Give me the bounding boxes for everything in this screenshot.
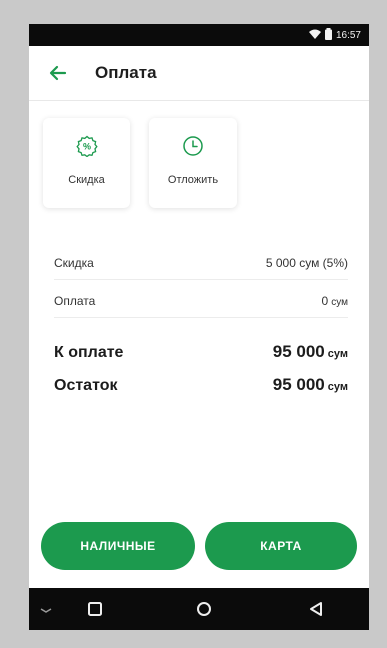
discount-action-label: Скидка	[68, 174, 105, 186]
divider	[54, 317, 348, 318]
payment-amount: 0 сум	[322, 294, 348, 308]
discount-row: Скидка 5 000 сум (5%)	[54, 256, 348, 270]
payment-unit: сум	[331, 297, 348, 308]
app-bar: Оплата	[29, 46, 369, 101]
card-button[interactable]: КАРТА	[205, 522, 357, 570]
back-triangle-icon	[310, 602, 322, 616]
nav-back-button[interactable]	[307, 600, 325, 618]
payment-row: Оплата 0 сум	[54, 294, 348, 308]
remaining-row: Остаток 95 000 сум	[54, 375, 348, 395]
status-time: 16:57	[335, 29, 361, 41]
percent-badge-icon: %	[75, 135, 98, 157]
hide-keyboard-button[interactable]	[37, 600, 55, 618]
clock-icon	[183, 136, 203, 156]
postpone-action-label: Отложить	[167, 174, 219, 186]
amount-due-label: К оплате	[54, 344, 124, 361]
cash-button[interactable]: НАЛИЧНЫЕ	[41, 522, 195, 570]
postpone-action-button[interactable]: Отложить	[149, 118, 237, 208]
status-bar: 16:57	[29, 24, 369, 46]
wifi-icon	[308, 29, 321, 42]
phone-screen: 16:57 Оплата % Скидка Отложить Скидка 5 …	[29, 24, 369, 630]
amount-due-row: К оплате 95 000 сум	[54, 342, 348, 362]
navigation-bar	[29, 588, 369, 630]
page-title: Оплата	[95, 63, 157, 82]
device-frame: 16:57 Оплата % Скидка Отложить Скидка 5 …	[0, 0, 387, 648]
discount-value: 5 000 сум (5%)	[265, 256, 348, 270]
recent-apps-button[interactable]	[86, 600, 104, 618]
status-icons: 16:57	[308, 27, 361, 43]
recent-apps-icon	[88, 602, 102, 616]
remaining-amount: 95 000 сум	[273, 375, 348, 395]
arrow-left-icon	[49, 65, 67, 81]
discount-action-button[interactable]: % Скидка	[43, 118, 130, 208]
battery-icon	[324, 27, 332, 43]
amount-due-value: 95 000	[272, 342, 325, 361]
chevron-down-icon	[40, 608, 52, 613]
back-button[interactable]	[47, 62, 69, 84]
remaining-value: 95 000	[272, 375, 325, 394]
home-icon	[197, 602, 211, 616]
home-button[interactable]	[195, 600, 213, 618]
remaining-label: Остаток	[54, 377, 118, 394]
discount-label: Скидка	[54, 256, 94, 270]
svg-text:%: %	[82, 142, 90, 152]
remaining-unit: сум	[327, 381, 348, 393]
payment-value: 0	[321, 294, 329, 308]
amount-due-unit: сум	[327, 348, 348, 360]
amount-due: 95 000 сум	[273, 342, 348, 362]
payment-label: Оплата	[54, 294, 96, 308]
divider	[54, 279, 348, 280]
